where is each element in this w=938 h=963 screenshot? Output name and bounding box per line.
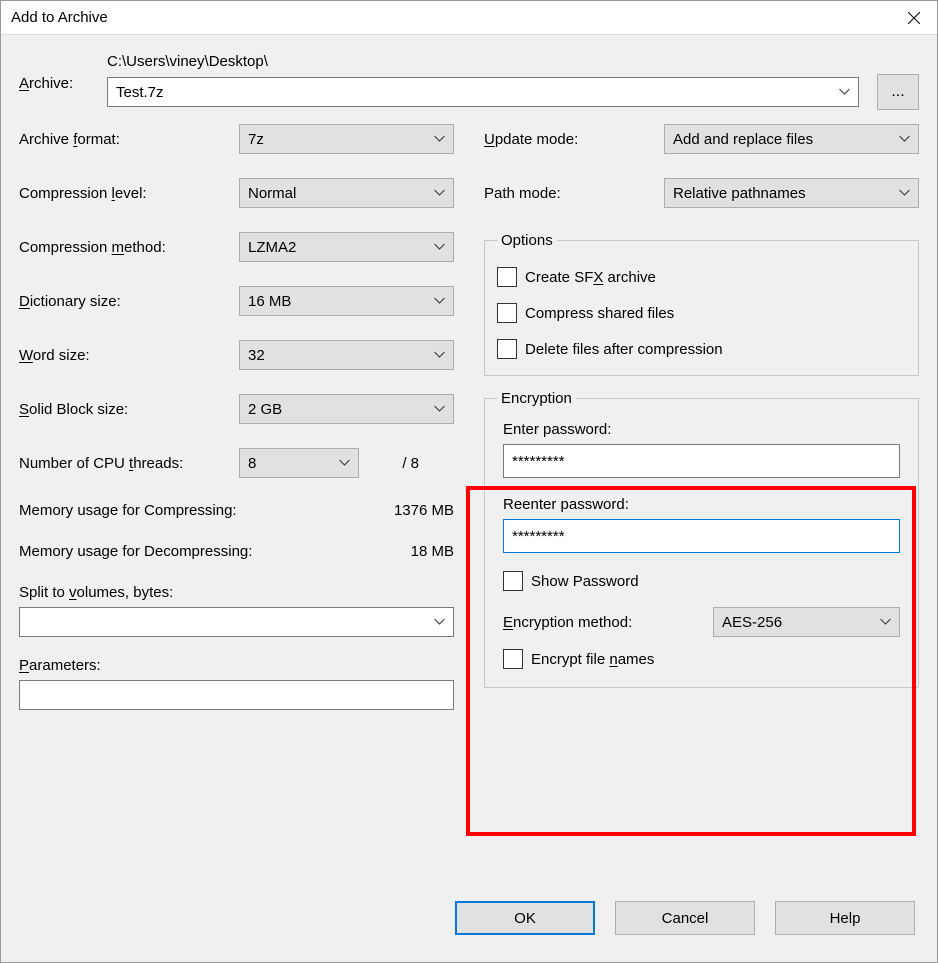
chevron-down-icon <box>899 136 910 143</box>
label-solid-block-size: Solid Block size: <box>19 401 239 418</box>
opt-delete-label: Delete files after compression <box>525 341 723 358</box>
dictionary-size-select[interactable]: 16 MB <box>239 286 454 316</box>
opt-shared-row[interactable]: Compress shared files <box>497 303 906 323</box>
chevron-down-icon <box>434 136 445 143</box>
cpu-threads-max: / 8 <box>359 455 419 472</box>
enter-password-input[interactable] <box>503 444 900 478</box>
update-mode-select[interactable]: Add and replace files <box>664 124 919 154</box>
dialog-footer: OK Cancel Help <box>1 892 937 962</box>
label-dictionary-size: Dictionary size: <box>19 293 239 310</box>
archive-label: Archive: <box>19 53 89 92</box>
chevron-down-icon <box>434 244 445 251</box>
chevron-down-icon <box>434 406 445 413</box>
browse-button[interactable]: ... <box>877 74 919 110</box>
ok-button[interactable]: OK <box>455 901 595 935</box>
archive-filename-combo[interactable]: Test.7z <box>107 77 859 107</box>
show-password-label: Show Password <box>531 573 639 590</box>
cpu-threads-select[interactable]: 8 <box>239 448 359 478</box>
chevron-down-icon <box>899 190 910 197</box>
word-size-select[interactable]: 32 <box>239 340 454 370</box>
archive-format-select[interactable]: 7z <box>239 124 454 154</box>
chevron-down-icon <box>434 190 445 197</box>
label-mem-decompress: Memory usage for Decompressing: <box>19 543 411 560</box>
close-icon <box>908 12 920 24</box>
reenter-password-input[interactable] <box>503 519 900 553</box>
options-legend: Options <box>497 232 557 249</box>
label-split-volumes: Split to volumes, bytes: <box>19 584 454 601</box>
encryption-group: Encryption Enter password: Reenter passw… <box>484 390 919 688</box>
archive-path: C:\Users\viney\Desktop\ <box>107 53 919 70</box>
label-parameters: Parameters: <box>19 657 454 674</box>
label-compression-method: Compression method: <box>19 239 239 256</box>
titlebar: Add to Archive <box>1 1 937 35</box>
label-word-size: Word size: <box>19 347 239 364</box>
split-volumes-combo[interactable] <box>19 607 454 637</box>
chevron-down-icon <box>434 298 445 305</box>
close-button[interactable] <box>891 1 937 35</box>
encryption-legend: Encryption <box>497 390 576 407</box>
chevron-down-icon <box>880 619 891 626</box>
encryption-method-select[interactable]: AES-256 <box>713 607 900 637</box>
opt-sfx-label: Create SFX archive <box>525 269 656 286</box>
label-archive-format: Archive format: <box>19 131 239 148</box>
compression-level-select[interactable]: Normal <box>239 178 454 208</box>
archive-filename: Test.7z <box>116 84 164 101</box>
chevron-down-icon <box>839 89 850 96</box>
label-reenter-password: Reenter password: <box>503 496 900 513</box>
compression-method-select[interactable]: LZMA2 <box>239 232 454 262</box>
solid-block-size-select[interactable]: 2 GB <box>239 394 454 424</box>
checkbox-icon <box>503 649 523 669</box>
parameters-input[interactable] <box>19 680 454 710</box>
dialog-body: Archive: C:\Users\viney\Desktop\ Test.7z… <box>1 35 937 710</box>
label-mem-compress: Memory usage for Compressing: <box>19 502 394 519</box>
checkbox-icon <box>503 571 523 591</box>
checkbox-icon <box>497 267 517 287</box>
opt-delete-row[interactable]: Delete files after compression <box>497 339 906 359</box>
label-encryption-method: Encryption method: <box>503 614 713 631</box>
chevron-down-icon <box>434 619 445 626</box>
path-mode-select[interactable]: Relative pathnames <box>664 178 919 208</box>
label-compression-level: Compression level: <box>19 185 239 202</box>
archive-row: Archive: C:\Users\viney\Desktop\ Test.7z… <box>19 53 919 110</box>
encrypt-filenames-row[interactable]: Encrypt file names <box>503 649 900 669</box>
chevron-down-icon <box>434 352 445 359</box>
cancel-button[interactable]: Cancel <box>615 901 755 935</box>
mem-decompress-value: 18 MB <box>411 543 454 560</box>
checkbox-icon <box>497 303 517 323</box>
checkbox-icon <box>497 339 517 359</box>
dialog-window: Add to Archive Archive: C:\Users\viney\D… <box>0 0 938 963</box>
help-button[interactable]: Help <box>775 901 915 935</box>
show-password-row[interactable]: Show Password <box>503 571 900 591</box>
opt-sfx-row[interactable]: Create SFX archive <box>497 267 906 287</box>
label-update-mode: Update mode: <box>484 131 664 148</box>
label-enter-password: Enter password: <box>503 421 900 438</box>
window-title: Add to Archive <box>11 9 891 26</box>
label-cpu-threads: Number of CPU threads: <box>19 455 239 472</box>
label-path-mode: Path mode: <box>484 185 664 202</box>
mem-compress-value: 1376 MB <box>394 502 454 519</box>
chevron-down-icon <box>339 460 350 467</box>
opt-shared-label: Compress shared files <box>525 305 674 322</box>
options-group: Options Create SFX archive Compress shar… <box>484 232 919 376</box>
encrypt-filenames-label: Encrypt file names <box>531 651 654 668</box>
